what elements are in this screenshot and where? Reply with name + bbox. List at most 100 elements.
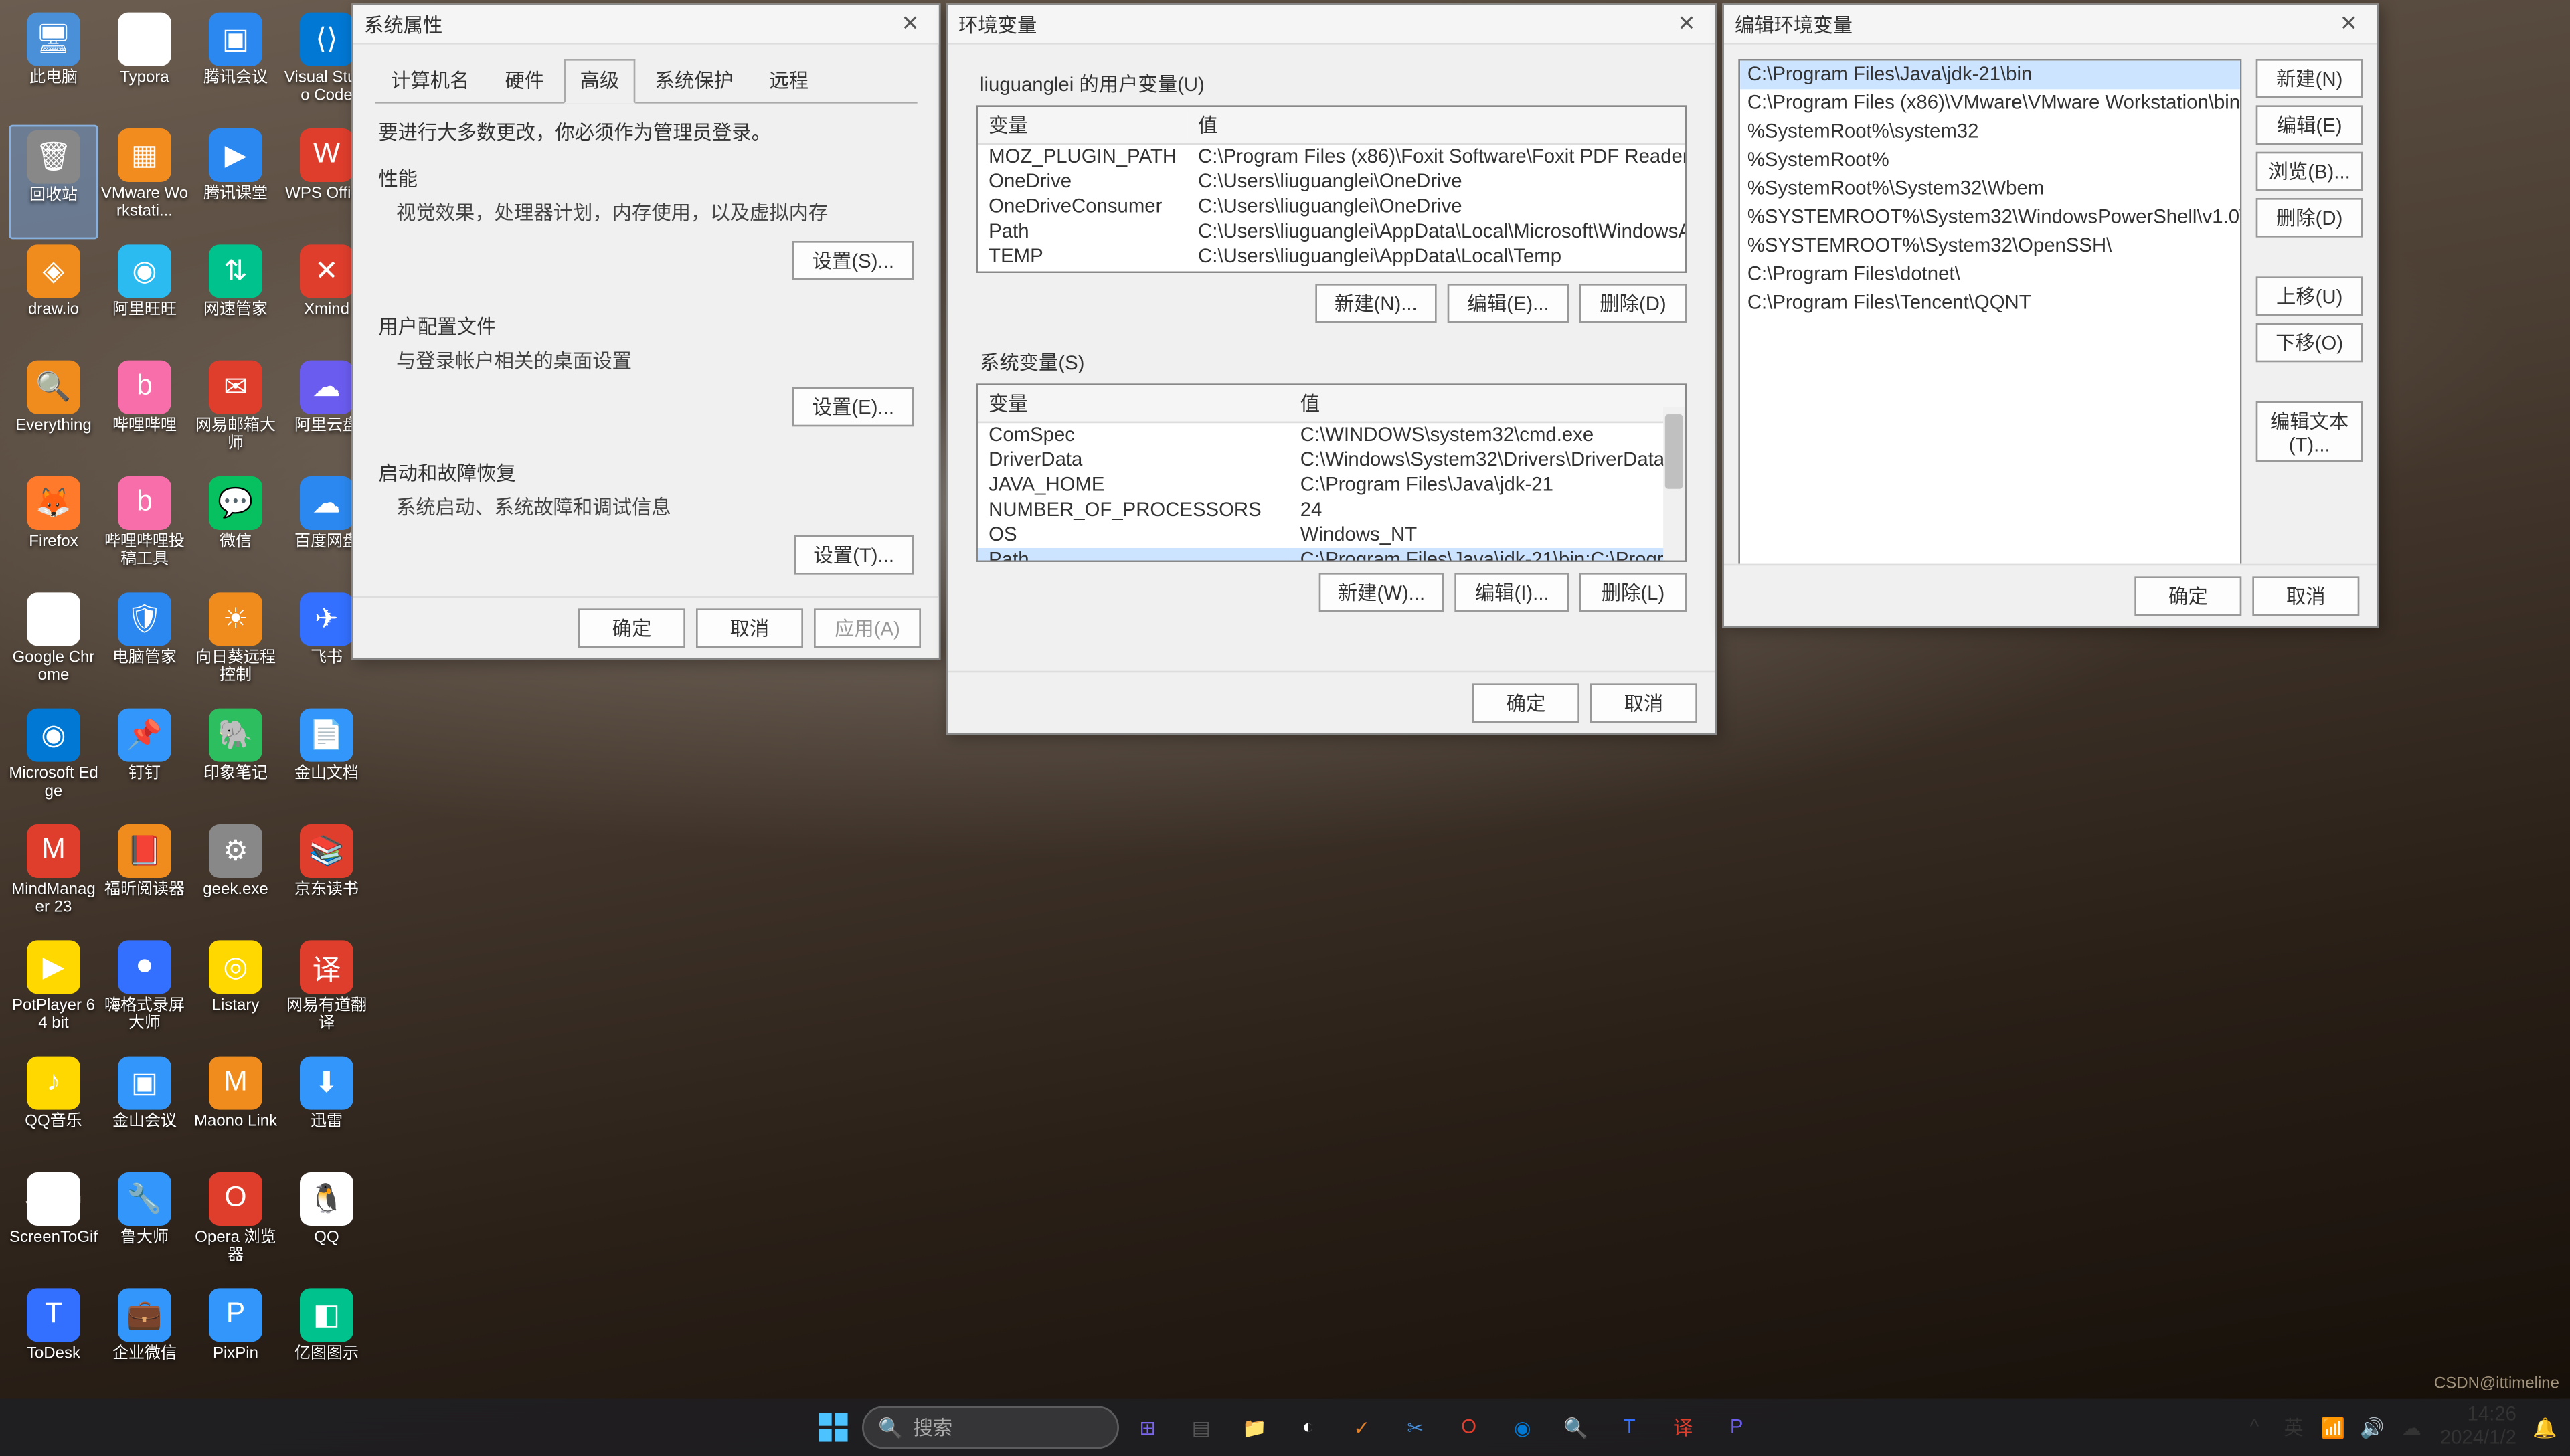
titlebar[interactable]: 环境变量 ✕ bbox=[948, 5, 1715, 45]
sys-new-button[interactable]: 新建(W)... bbox=[1318, 573, 1444, 612]
path-list[interactable]: C:\Program Files\Java\jdk-21\binC:\Progr… bbox=[1738, 59, 2241, 576]
taskbar-app-everything[interactable]: 🔍 bbox=[1551, 1402, 1601, 1453]
search-box[interactable]: 🔍 搜索 bbox=[862, 1406, 1119, 1449]
desktop-icon[interactable]: ⇅网速管家 bbox=[191, 241, 280, 355]
desktop-icon[interactable]: b哔哩哔哩投稿工具 bbox=[100, 473, 189, 587]
taskbar-app-pixpin[interactable]: P bbox=[1711, 1402, 1762, 1453]
desktop-icon[interactable]: ▶腾讯课堂 bbox=[191, 125, 280, 240]
var-row[interactable]: OneDriveConsumerC:\Users\liuguanglei\One… bbox=[978, 195, 1687, 219]
desktop-icon[interactable]: ☀向日葵远程控制 bbox=[191, 589, 280, 703]
desktop-icon[interactable]: ▣金山会议 bbox=[100, 1053, 189, 1167]
desktop-icon[interactable]: ⬇迅雷 bbox=[282, 1053, 371, 1167]
new-button[interactable]: 新建(N) bbox=[2256, 59, 2363, 98]
desktop-icon[interactable]: ▦VMware Workstati... bbox=[100, 125, 189, 240]
user-new-button[interactable]: 新建(N)... bbox=[1315, 284, 1438, 323]
desktop-icon[interactable]: PPixPin bbox=[191, 1285, 280, 1399]
var-row[interactable]: JAVA_HOMEC:\Program Files\Java\jdk-21 bbox=[978, 473, 1687, 498]
var-row[interactable]: OneDriveC:\Users\liuguanglei\OneDrive bbox=[978, 169, 1687, 194]
sys-edit-button[interactable]: 编辑(I)... bbox=[1456, 573, 1569, 612]
volume-icon[interactable]: 🔊 bbox=[2354, 1406, 2390, 1449]
desktop-icon[interactable]: 💼企业微信 bbox=[100, 1285, 189, 1399]
sys-delete-button[interactable]: 删除(L) bbox=[1579, 573, 1687, 612]
path-item[interactable]: C:\Program Files\Tencent\QQNT bbox=[1740, 289, 2240, 318]
var-row[interactable]: TEMPC:\Users\liuguanglei\AppData\Local\T… bbox=[978, 244, 1687, 269]
desktop-icon[interactable]: MMaono Link bbox=[191, 1053, 280, 1167]
browse-button[interactable]: 浏览(B)... bbox=[2256, 152, 2363, 191]
tab-0[interactable]: 计算机名 bbox=[375, 59, 485, 102]
path-item[interactable]: %SystemRoot% bbox=[1740, 147, 2240, 175]
path-item[interactable]: %SystemRoot%\system32 bbox=[1740, 118, 2240, 147]
desktop-icon[interactable]: ◎Listary bbox=[191, 937, 280, 1051]
sys-vars-list[interactable]: 变量 值 ComSpecC:\WINDOWS\system32\cmd.exeD… bbox=[976, 383, 1687, 562]
var-row[interactable]: PathC:\Program Files\Java\jdk-21\bin;C:\… bbox=[978, 548, 1687, 562]
desktop-icon[interactable]: ◉Microsoft Edge bbox=[9, 705, 98, 819]
desktop-icon[interactable]: MMindManager 23 bbox=[9, 821, 98, 935]
move-down-button[interactable]: 下移(O) bbox=[2256, 323, 2363, 363]
var-row[interactable]: ComSpecC:\WINDOWS\system32\cmd.exe bbox=[978, 422, 1687, 448]
desktop-icon[interactable]: TToDesk bbox=[9, 1285, 98, 1399]
desktop-icon[interactable]: ◧亿图图示 bbox=[282, 1285, 371, 1399]
col-value[interactable]: 值 bbox=[1290, 385, 1687, 422]
taskbar-app-youdao[interactable]: 译 bbox=[1658, 1402, 1708, 1453]
desktop-icon[interactable]: 🐘印象笔记 bbox=[191, 705, 280, 819]
ok-button[interactable]: 确定 bbox=[578, 608, 685, 648]
desktop-icon[interactable]: S>GScreenToGif bbox=[9, 1169, 98, 1283]
var-row[interactable]: TMPC:\Users\liuguanglei\AppData\Local\Te… bbox=[978, 270, 1687, 273]
col-variable[interactable]: 变量 bbox=[978, 385, 1290, 422]
notifications-icon[interactable]: 🔔 bbox=[2527, 1406, 2563, 1449]
var-row[interactable]: NUMBER_OF_PROCESSORS24 bbox=[978, 498, 1687, 523]
desktop-icon[interactable]: 💬微信 bbox=[191, 473, 280, 587]
tray-chevron-icon[interactable]: ^ bbox=[2237, 1406, 2272, 1449]
desktop-icon[interactable]: 🔧鲁大师 bbox=[100, 1169, 189, 1283]
col-value[interactable]: 值 bbox=[1187, 107, 1687, 144]
settings-button[interactable]: 设置(T)... bbox=[794, 535, 914, 574]
taskbar-app-opera[interactable]: O bbox=[1444, 1402, 1494, 1453]
desktop-icon[interactable]: 🦊Firefox bbox=[9, 473, 98, 587]
desktop-icon[interactable]: 🐧QQ bbox=[282, 1169, 371, 1283]
var-row[interactable]: DriverDataC:\Windows\System32\Drivers\Dr… bbox=[978, 448, 1687, 472]
close-icon[interactable]: ✕ bbox=[2331, 10, 2367, 39]
desktop-icon[interactable]: b哔哩哔哩 bbox=[100, 357, 189, 471]
clock[interactable]: 14:26 2024/1/2 bbox=[2433, 1404, 2524, 1451]
user-vars-list[interactable]: 变量 值 MOZ_PLUGIN_PATHC:\Program Files (x8… bbox=[976, 105, 1687, 273]
cancel-button[interactable]: 取消 bbox=[696, 608, 803, 648]
taskbar-app-todesk[interactable]: T bbox=[1604, 1402, 1654, 1453]
desktop-icon[interactable]: ⏺嗨格式录屏大师 bbox=[100, 937, 189, 1051]
settings-button[interactable]: 设置(S)... bbox=[792, 240, 914, 280]
cloud-icon[interactable]: ☁ bbox=[2393, 1406, 2429, 1449]
close-icon[interactable]: ✕ bbox=[892, 10, 928, 39]
desktop-icon[interactable]: 🔍Everything bbox=[9, 357, 98, 471]
var-row[interactable]: PathC:\Users\liuguanglei\AppData\Local\M… bbox=[978, 219, 1687, 244]
close-icon[interactable]: ✕ bbox=[1668, 10, 1704, 39]
path-item[interactable]: %SYSTEMROOT%\System32\OpenSSH\ bbox=[1740, 232, 2240, 261]
var-row[interactable]: MOZ_PLUGIN_PATHC:\Program Files (x86)\Fo… bbox=[978, 144, 1687, 170]
taskbar-app-explorer[interactable]: 📁 bbox=[1229, 1402, 1280, 1453]
tab-4[interactable]: 远程 bbox=[753, 59, 825, 102]
user-delete-button[interactable]: 删除(D) bbox=[1579, 284, 1687, 323]
settings-button[interactable]: 设置(E)... bbox=[792, 387, 914, 427]
desktop-icon[interactable]: ✉网易邮箱大师 bbox=[191, 357, 280, 471]
wifi-icon[interactable]: 📶 bbox=[2315, 1406, 2350, 1449]
ime-indicator[interactable]: 英 bbox=[2276, 1406, 2311, 1449]
desktop-icon[interactable]: 🖥此电脑 bbox=[9, 9, 98, 123]
move-up-button[interactable]: 上移(U) bbox=[2256, 276, 2363, 316]
taskbar-app-todo[interactable]: ✓ bbox=[1337, 1402, 1387, 1453]
path-item[interactable]: C:\Program Files (x86)\VMware\VMware Wor… bbox=[1740, 89, 2240, 118]
desktop-icon[interactable]: 🗑回收站 bbox=[9, 125, 98, 240]
cancel-button[interactable]: 取消 bbox=[2252, 576, 2359, 616]
desktop-icon[interactable]: ◈draw.io bbox=[9, 241, 98, 355]
ok-button[interactable]: 确定 bbox=[1472, 683, 1579, 723]
path-item[interactable]: %SystemRoot%\System32\Wbem bbox=[1740, 175, 2240, 203]
desktop-icon[interactable]: ▶PotPlayer 64 bit bbox=[9, 937, 98, 1051]
desktop-icon[interactable]: 📕福昕阅读器 bbox=[100, 821, 189, 935]
desktop-icon[interactable]: 🛡电脑管家 bbox=[100, 589, 189, 703]
cancel-button[interactable]: 取消 bbox=[1590, 683, 1697, 723]
scrollbar[interactable] bbox=[1663, 407, 1685, 560]
titlebar[interactable]: 编辑环境变量 ✕ bbox=[1724, 5, 2377, 45]
taskbar-app-copilot[interactable]: ⊞ bbox=[1122, 1402, 1173, 1453]
desktop-icon[interactable]: 📌钉钉 bbox=[100, 705, 189, 819]
ok-button[interactable]: 确定 bbox=[2134, 576, 2241, 616]
user-edit-button[interactable]: 编辑(E)... bbox=[1448, 284, 1569, 323]
path-item[interactable]: %SYSTEMROOT%\System32\WindowsPowerShell\… bbox=[1740, 203, 2240, 232]
edit-text-button[interactable]: 编辑文本(T)... bbox=[2256, 401, 2363, 462]
